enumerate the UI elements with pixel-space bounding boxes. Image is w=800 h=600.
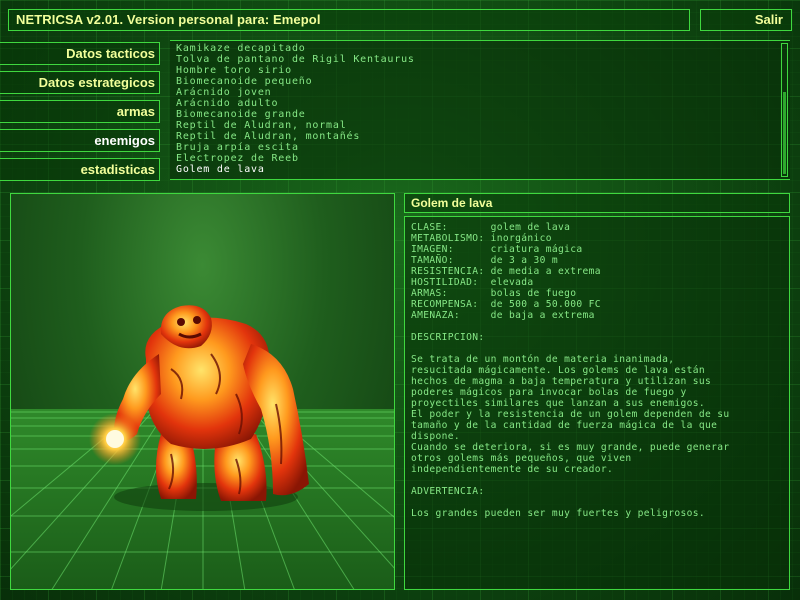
list-item[interactable]: Biomecanoide grande (176, 109, 790, 120)
list-item[interactable]: Arácnido adulto (176, 98, 790, 109)
nav-weapons[interactable]: armas (0, 100, 160, 123)
nav-label: armas (116, 104, 155, 119)
viewer-scene (11, 305, 394, 589)
list-item[interactable]: Bruja arpía escita (176, 142, 790, 153)
nav-label: Datos tacticos (66, 46, 155, 61)
nav-tactical-data[interactable]: Datos tacticos (0, 42, 160, 65)
list-item[interactable]: Reptil de Aludran, normal (176, 120, 790, 131)
model-viewer (10, 193, 395, 590)
list-item[interactable]: Tolva de pantano de Rigil Kentaurus (176, 54, 790, 65)
list-scrollbar[interactable] (781, 43, 788, 177)
list-item[interactable]: Electropez de Reeb (176, 153, 790, 164)
title-bar: NETRICSA v2.01. Version personal para: E… (8, 9, 690, 31)
list-item-selected[interactable]: Golem de lava (176, 164, 790, 175)
list-item[interactable]: Arácnido joven (176, 87, 790, 98)
list-item[interactable]: Biomecanoide pequeño (176, 76, 790, 87)
nav-label: Datos estrategicos (38, 75, 155, 90)
enemy-name: Golem de lava (411, 196, 493, 210)
exit-button-label: Salir (754, 12, 783, 27)
nav-strategic-data[interactable]: Datos estrategicos (0, 71, 160, 94)
enemy-details-text: CLASE: golem de lava METABOLISMO: inorgá… (411, 222, 730, 519)
list-item[interactable]: Hombre toro sirio (176, 65, 790, 76)
app-title: NETRICSA v2.01. Version personal para: E… (16, 12, 321, 27)
enemy-list[interactable]: Kamikaze decapitado Tolva de pantano de … (170, 40, 790, 180)
list-item[interactable]: Kamikaze decapitado (176, 43, 790, 54)
nav-statistics[interactable]: estadisticas (0, 158, 160, 181)
scrollbar-thumb[interactable] (783, 92, 786, 174)
list-item[interactable]: Reptil de Aludran, montañés (176, 131, 790, 142)
nav-label: enemigos (94, 133, 155, 148)
nav-enemies[interactable]: enemigos (0, 129, 160, 152)
nav-label: estadisticas (80, 162, 155, 177)
enemy-name-header: Golem de lava (404, 193, 790, 213)
exit-button[interactable]: Salir (700, 9, 792, 31)
enemy-details-panel: CLASE: golem de lava METABOLISMO: inorgá… (404, 216, 790, 590)
